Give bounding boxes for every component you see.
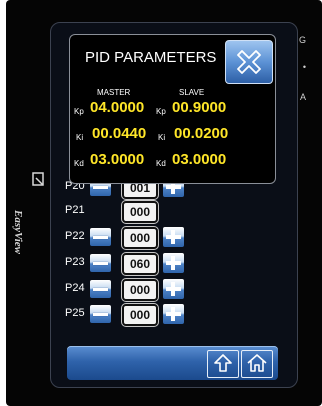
home-button[interactable] xyxy=(241,350,273,378)
param-row-p24: P24 000 xyxy=(51,279,297,301)
decrement-button[interactable] xyxy=(90,305,111,323)
bottom-nav-bar xyxy=(67,346,278,380)
up-button[interactable] xyxy=(207,350,239,378)
decrement-button[interactable] xyxy=(90,254,111,272)
close-x-icon xyxy=(237,50,261,74)
popup-title: PID PARAMETERS xyxy=(85,49,217,66)
param-row-p23: P23 060 xyxy=(51,253,297,275)
kp-slave-label: Kp xyxy=(156,107,166,116)
ki-slave-value[interactable]: 00.0200 xyxy=(174,125,228,142)
home-icon xyxy=(247,354,267,372)
param-value[interactable]: 060 xyxy=(122,253,158,275)
kd-slave-value[interactable]: 03.0000 xyxy=(172,151,226,168)
hmi-bezel: G • A EasyView P20 001 P21 000 P22 000 P… xyxy=(6,0,322,406)
kd-master-label: Kd xyxy=(74,159,84,168)
param-label: P24 xyxy=(65,282,85,294)
side-indicator-g: G xyxy=(298,35,306,45)
increment-button[interactable] xyxy=(163,253,184,273)
kd-slave-label: Kd xyxy=(156,159,166,168)
decrement-button[interactable] xyxy=(90,280,111,298)
param-label: P25 xyxy=(65,307,85,319)
param-label: P21 xyxy=(65,204,85,216)
param-value[interactable]: 000 xyxy=(122,279,158,301)
increment-button[interactable] xyxy=(163,227,184,247)
slave-header: SLAVE xyxy=(179,88,205,97)
brand-logo xyxy=(32,172,50,242)
param-row-p22: P22 000 xyxy=(51,227,297,249)
param-label: P23 xyxy=(65,256,85,268)
param-value[interactable]: 000 xyxy=(122,227,158,249)
kp-master-label: Kp xyxy=(74,107,84,116)
ki-master-value[interactable]: 00.0440 xyxy=(92,125,146,142)
side-indicator-dot: • xyxy=(302,62,306,72)
ki-slave-label: Ki xyxy=(158,133,166,142)
param-label: P22 xyxy=(65,230,85,242)
up-arrow-icon xyxy=(214,354,232,372)
ki-master-label: Ki xyxy=(76,133,84,142)
kp-master-value[interactable]: 04.0000 xyxy=(90,99,144,116)
side-indicator-a: A xyxy=(299,92,306,102)
increment-button[interactable] xyxy=(163,279,184,299)
brand-text: EasyView xyxy=(12,210,24,255)
brand-mark-icon xyxy=(32,172,44,186)
pid-parameters-popup: PID PARAMETERS MASTER SLAVE Kp 04.0000 K… xyxy=(69,34,276,184)
kp-slave-value[interactable]: 00.9000 xyxy=(172,99,226,116)
param-row-p21: P21 000 xyxy=(51,201,297,223)
decrement-button[interactable] xyxy=(90,228,111,246)
close-button[interactable] xyxy=(225,40,273,84)
kd-master-value[interactable]: 03.0000 xyxy=(90,151,144,168)
param-value[interactable]: 000 xyxy=(122,304,158,326)
param-value[interactable]: 000 xyxy=(122,201,158,223)
param-row-p25: P25 000 xyxy=(51,304,297,326)
master-header: MASTER xyxy=(97,88,131,97)
increment-button[interactable] xyxy=(163,304,184,324)
